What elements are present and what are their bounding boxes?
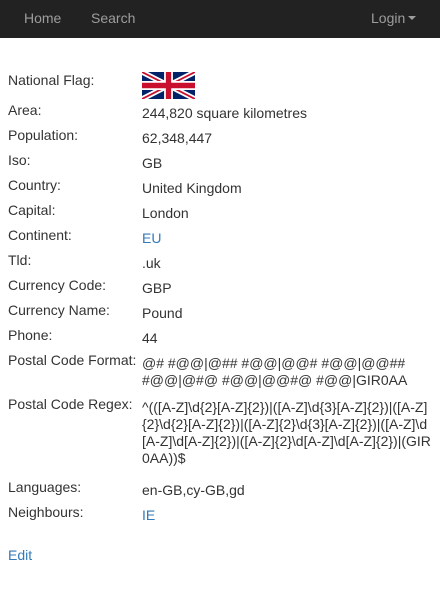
continent-label: Continent: xyxy=(8,227,72,243)
edit-link[interactable]: Edit xyxy=(8,547,32,564)
phone-label: Phone: xyxy=(8,327,53,343)
languages-label: Languages: xyxy=(8,479,82,495)
nav-home-link[interactable]: Home xyxy=(24,10,61,26)
uk-flag-icon xyxy=(142,72,195,99)
continent-link[interactable]: EU xyxy=(142,230,432,247)
currency-code-label: Currency Code: xyxy=(8,277,107,293)
languages-value: en-GB,cy-GB,gd xyxy=(142,482,245,498)
country-value: United Kingdom xyxy=(142,180,242,196)
flag-label: National Flag: xyxy=(8,72,95,88)
tld-label: Tld: xyxy=(8,252,32,268)
neighbour-link-ie[interactable]: IE xyxy=(142,507,432,524)
top-navbar: Home Search Login xyxy=(0,0,440,38)
postal-regex-value: ^(([A-Z]\d{2}[A-Z]{2})|([A-Z]\d{3}[A-Z]{… xyxy=(142,399,431,466)
currency-code-value: GBP xyxy=(142,280,172,296)
capital-label: Capital: xyxy=(8,202,56,218)
phone-value: 44 xyxy=(142,330,158,346)
iso-value: GB xyxy=(142,155,163,171)
area-value: 244,820 square kilometres xyxy=(142,105,307,121)
caret-down-icon xyxy=(408,16,417,21)
tld-value: .uk xyxy=(142,255,161,271)
population-value: 62,348,447 xyxy=(142,130,213,146)
postal-format-value: @# #@@|@## #@@|@@# #@@|@@## #@@|@#@ #@@|… xyxy=(142,355,408,388)
login-label: Login xyxy=(371,10,406,26)
postal-regex-label: Postal Code Regex: xyxy=(8,396,133,412)
capital-value: London xyxy=(142,205,189,221)
nav-login-dropdown[interactable]: Login xyxy=(371,10,417,26)
iso-label: Iso: xyxy=(8,152,31,168)
nav-search-link[interactable]: Search xyxy=(91,10,135,26)
neighbours-label: Neighbours: xyxy=(8,504,84,520)
currency-name-label: Currency Name: xyxy=(8,302,110,318)
area-label: Area: xyxy=(8,102,42,118)
currency-name-value: Pound xyxy=(142,305,183,321)
postal-format-label: Postal Code Format: xyxy=(8,352,137,368)
population-label: Population: xyxy=(8,127,79,143)
country-label: Country: xyxy=(8,177,61,193)
